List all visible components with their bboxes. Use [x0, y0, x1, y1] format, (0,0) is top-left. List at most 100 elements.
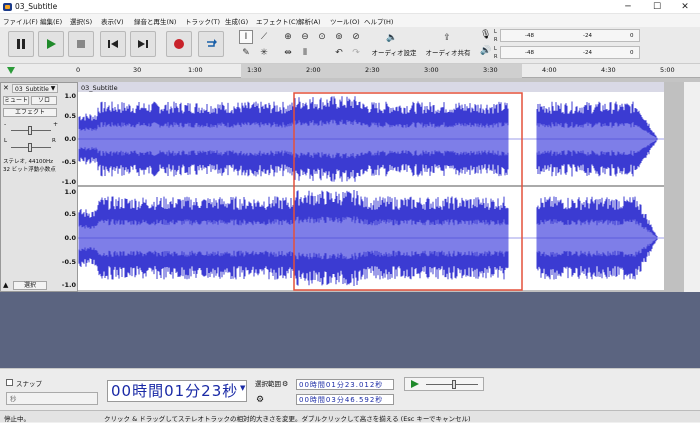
skip-end-button[interactable]: [130, 31, 156, 57]
menu-effect[interactable]: エフェクト(C): [256, 16, 298, 26]
title-bar: 03_Subtitle ─ ☐ ✕: [0, 0, 700, 14]
skip-start-button[interactable]: [100, 31, 126, 57]
trim-icon[interactable]: ⇹: [281, 46, 295, 60]
ruler-selection-highlight: [241, 64, 522, 78]
audio-setup-button[interactable]: オーディオ設定: [370, 47, 418, 57]
play-speed-thumb[interactable]: [452, 380, 456, 389]
audio-position-display[interactable]: 00時間01分23秒: [107, 380, 247, 402]
close-button[interactable]: ✕: [673, 0, 697, 14]
snap-unit-select[interactable]: 秒: [6, 392, 98, 405]
window-title: 03_Subtitle: [15, 2, 58, 11]
loop-button[interactable]: [198, 31, 224, 57]
status-bar: 停止中。 クリック & ドラッグしてステレオトラックの相対的大きさを変更。ダブル…: [0, 410, 700, 423]
ruler-tick: 4:30: [601, 66, 616, 74]
share-upload-icon: ⇪: [443, 33, 451, 43]
timeline-options-icon[interactable]: [6, 66, 16, 76]
speaker-icon: 🔈: [386, 33, 398, 43]
menu-bar: ファイル(F) 編集(E) 選択(S) 表示(V) 録音と再生(N) トラック(…: [0, 14, 700, 27]
meter-tick: 0: [630, 33, 634, 39]
menu-tracks[interactable]: トラック(T): [185, 16, 220, 26]
microphone-icon: 🎙: [480, 30, 492, 40]
multi-tool-icon[interactable]: ✳: [257, 46, 271, 60]
snap-checkbox[interactable]: [6, 379, 13, 386]
play-meter-l: L: [494, 46, 497, 52]
track-format-info: ステレオ, 44100Hz: [3, 159, 54, 165]
collapse-track-icon[interactable]: ▲: [3, 281, 11, 290]
undo-icon[interactable]: ↶: [332, 46, 346, 60]
playback-meter[interactable]: [500, 46, 640, 59]
play-button[interactable]: [38, 31, 64, 57]
scale-label: -0.5: [61, 258, 76, 266]
meter-tick: 0: [630, 50, 634, 56]
time-format-dropdown-icon[interactable]: ▼: [240, 384, 245, 392]
redo-icon[interactable]: ↷: [349, 46, 363, 60]
ruler-tick: 0: [76, 66, 81, 74]
selection-settings-gear-icon[interactable]: ⚙: [282, 380, 294, 392]
silence-icon[interactable]: ⫴: [298, 46, 312, 60]
clip-name: 03_Subtitle: [81, 84, 118, 92]
meter-tick: -24: [583, 50, 592, 56]
menu-analyze[interactable]: 解析(A): [298, 16, 321, 26]
audacity-logo-icon: [3, 3, 12, 11]
scale-label: 0.0: [64, 135, 76, 143]
menu-transport[interactable]: 録音と再生(N): [134, 16, 176, 26]
scale-label: 1.0: [64, 92, 76, 100]
gain-slider-thumb[interactable]: [28, 126, 32, 135]
zoom-toggle-icon[interactable]: ⊘: [349, 30, 363, 44]
amplitude-scale[interactable]: 1.0 0.5 0.0 -0.5 -1.0 1.0 0.5 0.0 -0.5 -…: [58, 92, 78, 290]
ruler-tick: 1:00: [188, 66, 203, 74]
pan-left-label: L: [4, 138, 8, 144]
select-track-button[interactable]: 選択: [13, 281, 47, 290]
menu-view[interactable]: 表示(V): [101, 16, 124, 26]
menu-help[interactable]: ヘルプ(H): [364, 16, 393, 26]
empty-track-area[interactable]: [0, 292, 700, 368]
zoom-in-icon[interactable]: ⊕: [281, 30, 295, 44]
scale-label: -1.0: [61, 281, 76, 289]
selection-tool-icon[interactable]: I: [239, 30, 253, 44]
envelope-tool-icon[interactable]: ⟋: [257, 30, 271, 44]
meter-tick: -48: [525, 33, 534, 39]
play-at-speed-icon[interactable]: [410, 379, 420, 389]
record-icon: [174, 39, 184, 49]
menu-tools[interactable]: ツール(O): [330, 16, 360, 26]
ruler-tick: 3:30: [483, 66, 498, 74]
ruler-tick: 1:30: [247, 66, 262, 74]
ruler-tick: 4:00: [542, 66, 557, 74]
play-icon: [47, 39, 56, 49]
solo-button[interactable]: ソロ: [31, 96, 57, 105]
menu-select[interactable]: 選択(S): [70, 16, 92, 26]
ruler-tick: 2:00: [306, 66, 321, 74]
scale-label: -0.5: [61, 158, 76, 166]
selection-end-field[interactable]: 00時間03分46.592秒: [296, 394, 394, 405]
selection-gear-icon[interactable]: ⚙: [256, 395, 270, 407]
timeline-ruler[interactable]: 0 30 1:00 1:30 2:00 2:30 3:00 3:30 4:00 …: [0, 64, 700, 78]
scale-label: -1.0: [61, 178, 76, 186]
maximize-button[interactable]: ☐: [645, 0, 669, 14]
draw-tool-icon[interactable]: ✎: [239, 46, 253, 60]
stop-icon: [77, 40, 85, 48]
clip-header[interactable]: [78, 82, 664, 92]
fit-selection-icon[interactable]: ⊙: [315, 30, 329, 44]
track-menu-chevron-icon[interactable]: ▼: [48, 84, 58, 93]
track-close-button[interactable]: ✕: [3, 84, 11, 93]
pause-icon: [17, 39, 25, 49]
menu-edit[interactable]: 編集(E): [40, 16, 62, 26]
pause-button[interactable]: [8, 31, 34, 57]
fit-project-icon[interactable]: ⊚: [332, 30, 346, 44]
selection-start-field[interactable]: 00時間01分23.012秒: [296, 379, 394, 390]
pan-slider-thumb[interactable]: [28, 143, 32, 152]
share-audio-button[interactable]: オーディオ共有: [424, 47, 472, 57]
minimize-button[interactable]: ─: [616, 0, 640, 14]
ruler-tick: 3:00: [424, 66, 439, 74]
menu-generate[interactable]: 生成(G): [225, 16, 248, 26]
waveform-area[interactable]: 03_Subtitle: [78, 82, 684, 292]
record-button[interactable]: [166, 31, 192, 57]
stop-button[interactable]: [68, 31, 94, 57]
menu-file[interactable]: ファイル(F): [3, 16, 38, 26]
scale-label: 0.5: [64, 112, 76, 120]
recording-meter[interactable]: [500, 29, 640, 42]
zoom-out-icon[interactable]: ⊖: [298, 30, 312, 44]
mute-button[interactable]: ミュート: [3, 96, 29, 105]
effects-button[interactable]: エフェクト: [3, 108, 57, 117]
snap-label: スナップ: [16, 380, 42, 388]
